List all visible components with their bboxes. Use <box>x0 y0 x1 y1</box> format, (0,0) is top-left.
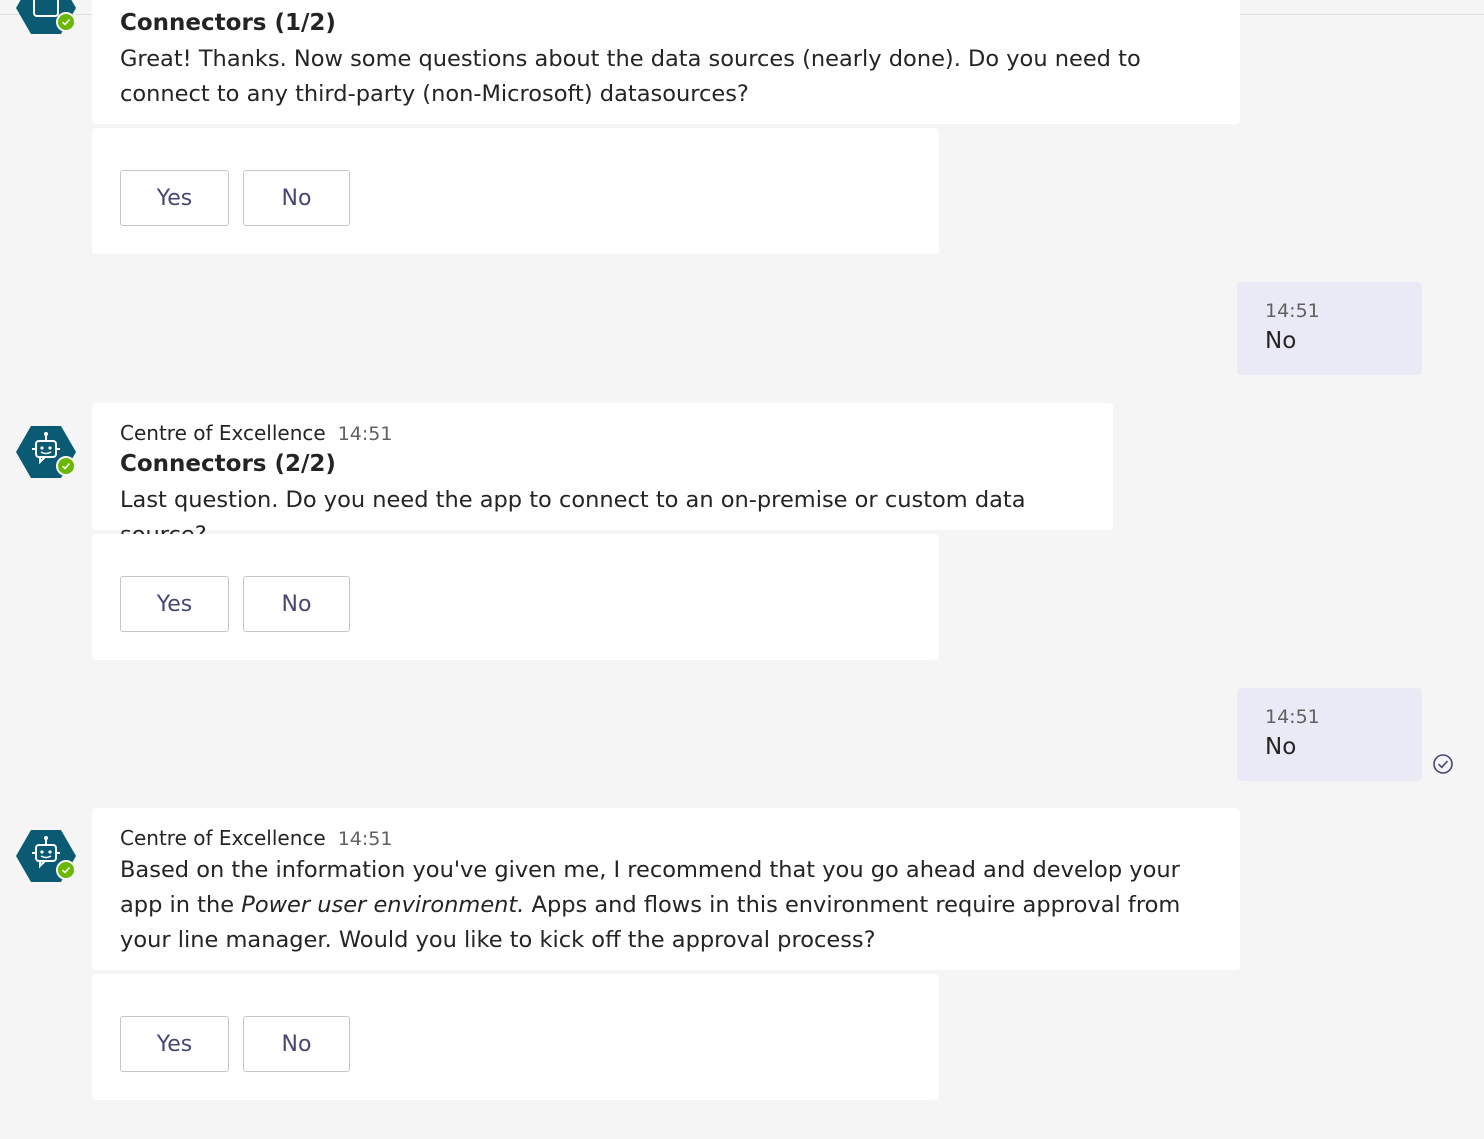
bot-avatar[interactable] <box>16 424 76 480</box>
sender-name[interactable]: Centre of Excellence <box>120 421 326 445</box>
bot-message-bubble: Centre of Excellence 14:51 Connectors (2/… <box>92 403 1113 548</box>
yes-button[interactable]: Yes <box>120 576 229 632</box>
bot-message-bubble: Connectors (1/2) Great! Thanks. Now some… <box>92 0 1240 124</box>
user-message-bubble: 14:51 No <box>1237 282 1422 375</box>
message-text: No <box>1265 328 1297 354</box>
bot-avatar[interactable] <box>16 828 76 884</box>
message-time: 14:51 <box>337 423 393 445</box>
no-button[interactable]: No <box>243 1016 350 1072</box>
no-button[interactable]: No <box>243 576 350 632</box>
card-actions: Yes No <box>92 974 939 1100</box>
card-title: Connectors (1/2) <box>120 10 336 36</box>
yes-button[interactable]: Yes <box>120 1016 229 1072</box>
sender-name[interactable]: Centre of Excellence <box>120 826 326 850</box>
message-text: Great! Thanks. Now some questions about … <box>120 46 1141 107</box>
no-button[interactable]: No <box>243 170 350 226</box>
message-time: 14:51 <box>1265 300 1320 322</box>
message-time: 14:51 <box>1265 706 1320 728</box>
user-message-bubble: 14:51 No <box>1237 688 1422 781</box>
message-text: No <box>1265 734 1297 760</box>
sender-line: Centre of Excellence 14:51 <box>120 826 392 850</box>
message-text-emphasis: Power user environment. <box>241 892 525 918</box>
presence-icon <box>56 12 76 32</box>
presence-icon <box>56 860 76 880</box>
bot-message-bubble: Centre of Excellence 14:51 Based on the i… <box>92 808 1240 970</box>
sender-line: Centre of Excellence 14:51 <box>120 421 392 445</box>
message-text: Based on the information you've given me… <box>120 853 1220 958</box>
yes-button[interactable]: Yes <box>120 170 229 226</box>
seen-check-icon <box>1432 753 1454 775</box>
card-actions: Yes No <box>92 534 939 660</box>
bot-avatar[interactable] <box>16 0 76 36</box>
card-actions: Yes No <box>92 128 939 254</box>
presence-icon <box>56 456 76 476</box>
message-time: 14:51 <box>337 828 393 850</box>
card-title: Connectors (2/2) <box>120 451 336 477</box>
